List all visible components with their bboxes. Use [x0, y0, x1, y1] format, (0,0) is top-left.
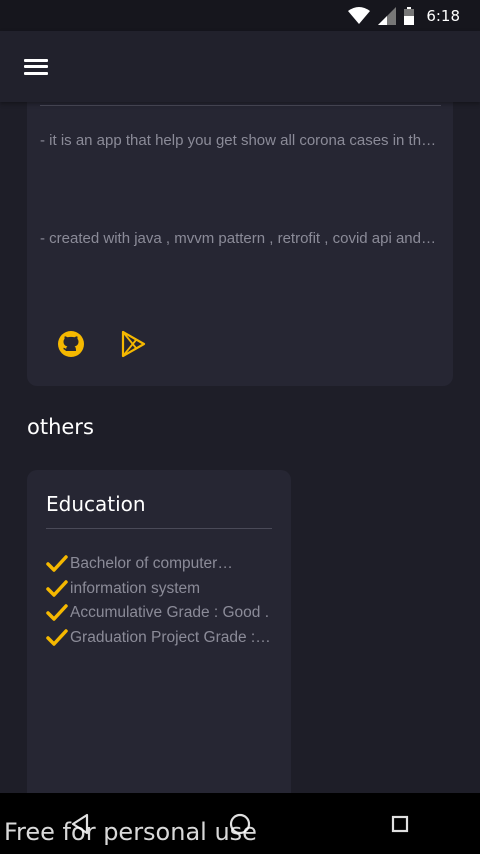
project-description-2: - created with java , mvvm pattern , ret…: [40, 230, 438, 247]
google-play-icon[interactable]: [117, 328, 149, 360]
list-item: Accumulative Grade : Good .: [46, 601, 272, 626]
github-icon[interactable]: [55, 328, 87, 360]
signal-icon: [378, 6, 397, 25]
card-divider: [40, 105, 441, 106]
status-bar: 6:18: [0, 0, 480, 31]
education-card[interactable]: Education Bachelor of computer science i…: [27, 470, 291, 800]
list-item: information system: [46, 577, 272, 602]
education-item: Bachelor of computer science: [70, 555, 235, 573]
check-icon: [46, 555, 68, 572]
app-bar: [0, 31, 480, 102]
others-section-title: others: [27, 415, 94, 439]
check-icon: [46, 604, 68, 621]
clock-time: 6:18: [426, 6, 460, 25]
check-icon: [46, 629, 68, 646]
list-item: Graduation Project Grade : Excellent: [46, 626, 272, 651]
project-card: - it is an app that help you get show al…: [27, 80, 453, 386]
project-links: [55, 328, 149, 360]
wifi-icon: [348, 6, 371, 25]
list-item: Bachelor of computer science: [46, 552, 272, 577]
recents-icon[interactable]: [370, 804, 430, 844]
education-item: information system: [70, 579, 201, 597]
watermark-text: Free for personal use: [4, 818, 257, 846]
education-title: Education: [46, 492, 146, 516]
hamburger-menu-icon[interactable]: [22, 56, 50, 78]
education-divider: [46, 528, 272, 529]
education-item: Graduation Project Grade : Excellent: [70, 628, 272, 646]
project-description-1: - it is an app that help you get show al…: [40, 132, 438, 149]
education-item: Accumulative Grade : Good .: [70, 604, 270, 622]
battery-icon: [404, 6, 415, 25]
education-list: Bachelor of computer science information…: [46, 552, 272, 650]
check-icon: [46, 580, 68, 597]
